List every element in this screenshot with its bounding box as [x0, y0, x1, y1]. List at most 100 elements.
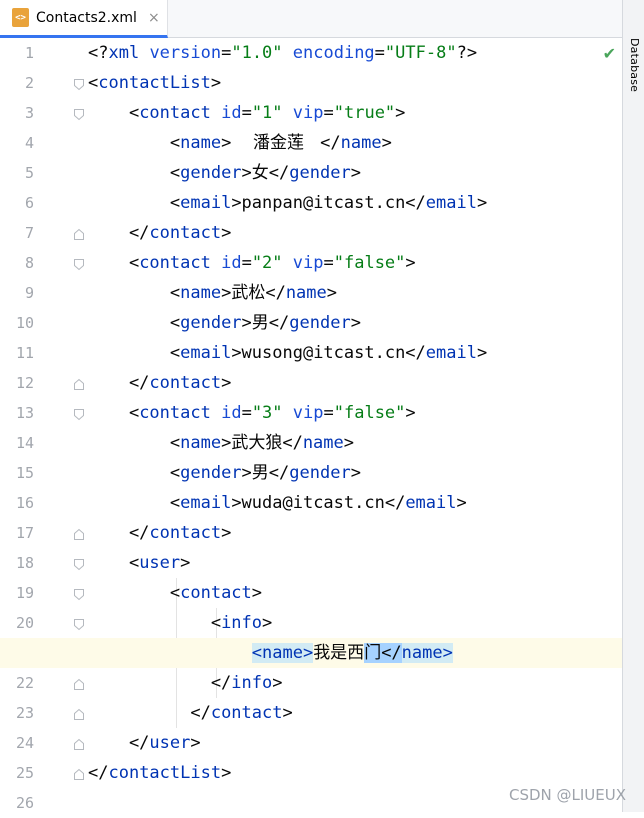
- code-line[interactable]: </user>: [0, 728, 622, 758]
- code-line[interactable]: </contactList>: [0, 758, 622, 788]
- close-icon[interactable]: ×: [148, 10, 160, 26]
- code-line-text: <contact id="2" vip="false">: [88, 248, 416, 278]
- code-line[interactable]: <email>panpan@itcast.cn</email>: [0, 188, 622, 218]
- code-token: name: [302, 433, 344, 453]
- code-line[interactable]: <?xml version="1.0" encoding="UTF-8"?>: [0, 38, 622, 68]
- code-token: >: [221, 133, 232, 153]
- code-token: gender: [180, 463, 242, 483]
- code-token: <: [88, 613, 222, 633]
- code-token: >: [221, 523, 232, 543]
- code-token: >: [241, 163, 252, 183]
- code-editor[interactable]: <?xml version="1.0" encoding="UTF-8"?> <c…: [0, 38, 622, 812]
- code-line-text: <name> 潘金莲 </name>: [88, 128, 392, 158]
- code-token: >: [350, 313, 361, 333]
- code-line[interactable]: <contact id="2" vip="false">: [0, 248, 622, 278]
- code-line-text: <name>武松</name>: [88, 278, 337, 308]
- code-line[interactable]: <email>wuda@itcast.cn</email>: [0, 488, 622, 518]
- tab-contacts2-xml[interactable]: <> Contacts2.xml ×: [0, 0, 168, 38]
- code-line[interactable]: <contact id="1" vip="true">: [0, 98, 622, 128]
- code-token: >: [343, 433, 355, 453]
- code-token: 男: [251, 463, 269, 483]
- code-token: id: [221, 253, 242, 273]
- code-token: gender: [289, 313, 351, 333]
- code-line-text: <name>武大狼</name>: [88, 428, 354, 458]
- code-line[interactable]: <contact id="3" vip="false">: [0, 398, 622, 428]
- code-token: id: [221, 403, 242, 423]
- inspection-ok-icon[interactable]: ✔: [603, 44, 616, 63]
- code-line-text: <contactList>: [88, 68, 221, 98]
- code-line[interactable]: </contact>: [0, 218, 622, 248]
- code-token: </: [268, 463, 290, 483]
- code-token: email: [180, 493, 232, 513]
- code-token: <?: [88, 43, 109, 63]
- code-token: contact: [139, 253, 222, 273]
- code-token: >: [405, 253, 416, 273]
- code-token: =: [221, 43, 232, 63]
- code-token: =: [241, 103, 252, 123]
- code-line-text: <email>panpan@itcast.cn</email>: [88, 188, 487, 218]
- code-token: <: [88, 73, 99, 93]
- code-token: </: [88, 223, 150, 243]
- code-line[interactable]: <name> 潘金莲 </name>: [0, 128, 622, 158]
- code-token: <: [88, 133, 181, 153]
- code-line[interactable]: <contactList>: [0, 68, 622, 98]
- code-token: 男: [251, 313, 269, 333]
- code-token: contact: [180, 583, 252, 603]
- code-line[interactable]: <info>: [0, 608, 622, 638]
- code-line[interactable]: </info>: [0, 668, 622, 698]
- code-token: <: [88, 103, 140, 123]
- code-token: id: [221, 103, 242, 123]
- code-line[interactable]: <gender>男</gender>: [0, 458, 622, 488]
- code-token: >: [262, 613, 273, 633]
- database-tool-button[interactable]: Database: [628, 38, 641, 92]
- code-line[interactable]: <gender>女</gender>: [0, 158, 622, 188]
- code-token: user: [149, 733, 191, 753]
- code-token: name: [285, 283, 327, 303]
- code-token: >panpan@itcast.cn</: [231, 193, 426, 213]
- code-token: </: [381, 643, 402, 663]
- tab-label: Contacts2.xml: [36, 9, 137, 26]
- code-token: >: [272, 673, 283, 693]
- code-token: =: [241, 253, 252, 273]
- code-token: email: [425, 193, 477, 213]
- code-token: name>: [401, 643, 453, 663]
- code-token: =: [323, 253, 334, 273]
- code-line[interactable]: <gender>男</gender>: [0, 308, 622, 338]
- code-token: email: [425, 343, 477, 363]
- code-line[interactable]: </contact>: [0, 518, 622, 548]
- code-line[interactable]: <name>武松</name>: [0, 278, 622, 308]
- code-token: <: [88, 313, 181, 333]
- code-token: <name>: [251, 643, 314, 663]
- code-line[interactable]: <name>武大狼</name>: [0, 428, 622, 458]
- code-line[interactable]: <email>wusong@itcast.cn</email>: [0, 338, 622, 368]
- code-token: "false": [333, 403, 406, 423]
- code-token: contactList: [108, 763, 222, 783]
- code-token: name: [180, 433, 222, 453]
- code-line-text: </contact>: [88, 368, 231, 398]
- code-line[interactable]: <contact>: [0, 578, 622, 608]
- code-token: <: [88, 343, 181, 363]
- code-token: vip: [292, 403, 324, 423]
- code-line[interactable]: <name>我是西门</name>: [0, 638, 622, 668]
- code-token: email: [405, 493, 457, 513]
- code-token: contactList: [98, 73, 211, 93]
- code-token: >: [221, 223, 232, 243]
- code-token: =: [323, 403, 334, 423]
- code-token: </: [88, 673, 232, 693]
- code-line[interactable]: </contact>: [0, 698, 622, 728]
- code-token: <: [88, 403, 140, 423]
- code-token: 武松: [231, 283, 266, 303]
- code-token: gender: [289, 163, 351, 183]
- code-line-text: <info>: [88, 608, 272, 638]
- code-token: email: [180, 193, 232, 213]
- code-line-text: <contact id="1" vip="true">: [88, 98, 405, 128]
- code-line-text: <gender>男</gender>: [88, 458, 361, 488]
- code-token: xml: [108, 43, 150, 63]
- code-line[interactable]: </contact>: [0, 368, 622, 398]
- code-token: <: [88, 433, 181, 453]
- code-line[interactable]: <user>: [0, 548, 622, 578]
- code-token: 我是西: [313, 643, 365, 663]
